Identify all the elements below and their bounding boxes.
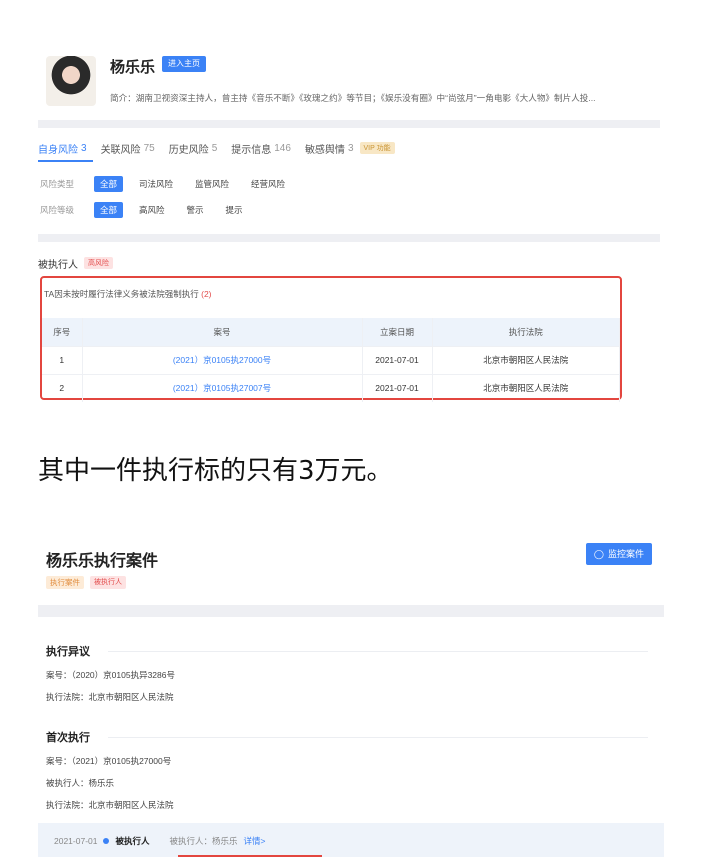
filter-chip-operating[interactable]: 经营风险 bbox=[245, 176, 291, 192]
divider bbox=[38, 605, 664, 617]
bulb-icon: ◯ bbox=[593, 549, 604, 559]
divider bbox=[38, 234, 660, 242]
divider bbox=[108, 651, 648, 652]
first-court: 执行法院：北京市朝阳区人民法院 bbox=[46, 800, 174, 810]
first-case-number: 案号：（2021）京0105执27000号 bbox=[46, 756, 172, 766]
caption-text: 其中一件执行标的只有3万元。 bbox=[38, 456, 393, 486]
filter-chip-judicial[interactable]: 司法风险 bbox=[133, 176, 179, 192]
timeline-dot-icon bbox=[103, 838, 110, 844]
case-number-link[interactable]: (2021）京0105执27000号 bbox=[82, 345, 363, 374]
tab-hint-info[interactable]: 提示信息 146 bbox=[231, 141, 291, 156]
filter-chip-regulatory[interactable]: 监管风险 bbox=[189, 176, 235, 192]
timeline-date: 2021-07-01 bbox=[54, 836, 98, 846]
tab-label: 关联风险 bbox=[100, 144, 141, 156]
tab-count: 146 bbox=[274, 142, 291, 154]
enter-homepage-button[interactable]: 进入主页 bbox=[162, 56, 206, 72]
details-link[interactable]: 详情> bbox=[244, 835, 266, 847]
filter-chip-high-risk[interactable]: 高风险 bbox=[133, 202, 171, 218]
filing-date: 2021-07-01 bbox=[362, 373, 433, 402]
case-detail-title: 杨乐乐执行案件 bbox=[46, 553, 159, 570]
risk-level-filter: 风险等级 全部 高风险 警示 提示 bbox=[40, 202, 249, 218]
person-name: 杨乐乐 bbox=[110, 59, 156, 76]
tab-count: 3 bbox=[81, 142, 87, 154]
filter-chip-all[interactable]: 全部 bbox=[94, 176, 124, 192]
tab-self-risk[interactable]: 自身风险 3 bbox=[38, 141, 87, 156]
monitor-case-button[interactable]: ◯ 监控案件 bbox=[585, 543, 652, 565]
tab-label: 历史风险 bbox=[168, 144, 209, 156]
avatar bbox=[46, 56, 96, 106]
first-executed-person: 被执行人：杨乐乐 bbox=[46, 778, 115, 788]
executed-description: TA因未按时履行法律义务被法院强制执行 (2) bbox=[44, 288, 212, 300]
tab-count: 75 bbox=[143, 142, 155, 154]
case-number-link[interactable]: (2021）京0105执27007号 bbox=[82, 373, 363, 402]
tag-execution-case: 执行案件 bbox=[46, 576, 84, 589]
timeline-row: 2021-07-01 被执行人 被执行人：杨乐乐 详情> bbox=[54, 835, 265, 847]
row-index: 1 bbox=[42, 345, 83, 374]
person-intro: 简介：湖南卫视资深主持人，曾主持《音乐不断》《玫瑰之约》等节目；《娱乐没有圈》中… bbox=[110, 93, 596, 103]
table-row: 2 (2021）京0105执27007号 2021-07-01 北京市朝阳区人民… bbox=[42, 373, 620, 402]
executed-table: 序号 案号 立案日期 执行法院 1 (2021）京0105执27000号 202… bbox=[42, 318, 620, 402]
highlight-box: TA因未按时履行法律义务被法院强制执行 (2) 序号 案号 立案日期 执行法院 … bbox=[40, 276, 622, 402]
tag-executed-person: 被执行人 bbox=[90, 576, 126, 589]
divider bbox=[38, 120, 660, 128]
timeline-person: 被执行人：杨乐乐 bbox=[169, 836, 238, 846]
description-text: TA因未按时履行法律义务被法院强制执行 bbox=[44, 289, 199, 299]
objection-case-number: 案号：（2020）京0105执异3286号 bbox=[46, 670, 175, 680]
court-name: 北京市朝阳区人民法院 bbox=[432, 373, 620, 402]
first-execution-title: 首次执行 bbox=[46, 732, 90, 744]
risk-panel: 杨乐乐 进入主页 简介：湖南卫视资深主持人，曾主持《音乐不断》《玫瑰之约》等节目… bbox=[38, 40, 660, 405]
filing-date: 2021-07-01 bbox=[362, 345, 433, 374]
high-risk-tag: 高风险 bbox=[84, 257, 113, 269]
active-tab-underline bbox=[38, 160, 93, 162]
objection-title: 执行异议 bbox=[46, 646, 90, 658]
filter-label: 风险类型 bbox=[40, 179, 75, 189]
tab-count: 5 bbox=[211, 142, 218, 154]
risk-tabs: 自身风险 3 关联风险 75 历史风险 5 提示信息 146 敏感舆情 3 VI… bbox=[38, 134, 660, 162]
tab-label: 提示信息 bbox=[231, 144, 272, 156]
tab-related-risk[interactable]: 关联风险 75 bbox=[101, 141, 155, 156]
row-index: 2 bbox=[42, 373, 83, 402]
risk-type-filter: 风险类型 全部 司法风险 监管风险 经营风险 bbox=[40, 176, 291, 192]
court-name: 北京市朝阳区人民法院 bbox=[432, 345, 620, 374]
timeline-label: 被执行人 bbox=[115, 836, 150, 846]
section-title: 被执行人 bbox=[38, 259, 78, 271]
monitor-button-label: 监控案件 bbox=[607, 549, 644, 559]
vip-badge: VIP 功能 bbox=[359, 142, 395, 154]
column-header: 执行法院 bbox=[432, 318, 620, 346]
tab-sensitive-opinion[interactable]: 敏感舆情 3 VIP 功能 bbox=[305, 141, 395, 156]
timeline: 2021-07-01 被执行人 被执行人：杨乐乐 详情> bbox=[38, 823, 664, 857]
table-row: 1 (2021）京0105执27000号 2021-07-01 北京市朝阳区人民… bbox=[42, 345, 620, 374]
filter-chip-warning[interactable]: 警示 bbox=[181, 202, 210, 218]
tab-history-risk[interactable]: 历史风险 5 bbox=[169, 141, 218, 156]
case-tags: 执行案件 被执行人 bbox=[46, 576, 126, 589]
table-header-row: 序号 案号 立案日期 执行法院 bbox=[42, 318, 620, 346]
filter-chip-all[interactable]: 全部 bbox=[94, 202, 124, 218]
column-header: 案号 bbox=[82, 318, 363, 346]
section-executed-person: 被执行人 高风险 bbox=[38, 252, 660, 274]
tab-count: 3 bbox=[347, 142, 354, 154]
column-header: 立案日期 bbox=[362, 318, 433, 346]
tab-label: 敏感舆情 bbox=[304, 144, 345, 156]
filter-chip-hint[interactable]: 提示 bbox=[220, 202, 249, 218]
case-detail-panel: 杨乐乐执行案件 ◯ 监控案件 执行案件 被执行人 执行异议 案号：（2020）京… bbox=[38, 533, 664, 857]
objection-court: 执行法院：北京市朝阳区人民法院 bbox=[46, 692, 174, 702]
case-count: (2) bbox=[201, 289, 212, 299]
filter-label: 风险等级 bbox=[40, 205, 75, 215]
column-header: 序号 bbox=[42, 318, 83, 346]
divider bbox=[108, 737, 648, 738]
tab-label: 自身风险 bbox=[38, 144, 78, 156]
